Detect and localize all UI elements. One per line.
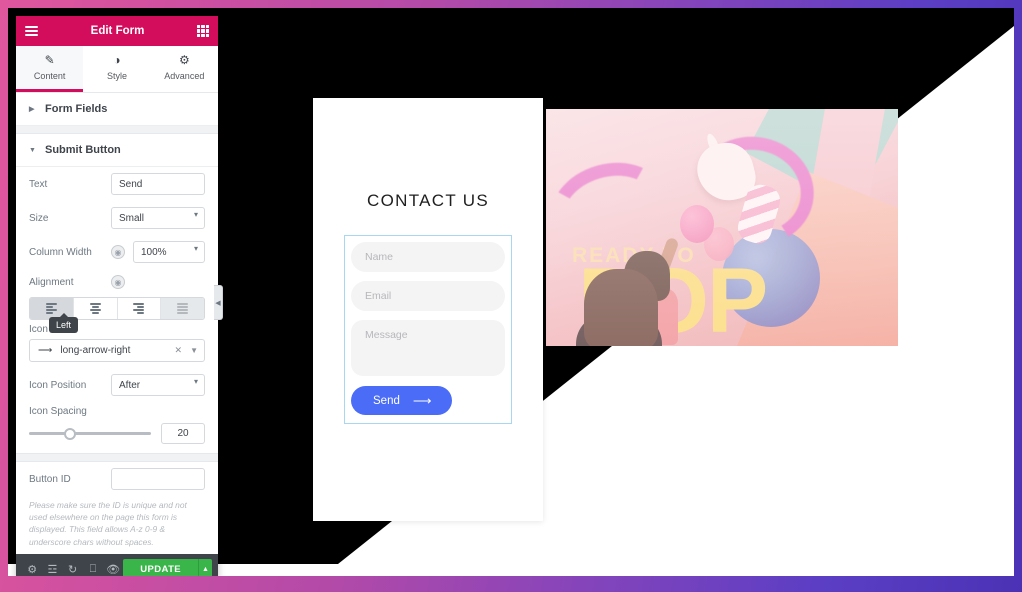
icon-select-value: long-arrow-right [60,345,131,356]
send-button-label: Send [373,394,400,407]
tab-advanced[interactable]: ⚙ Advanced [151,46,218,92]
settings-gear-icon[interactable]: ⚙ [22,554,42,576]
tab-content-label: Content [33,71,66,81]
elementor-editor-frame: READY TO POP CONTACT US Name Email Messa… [8,8,1014,576]
form-widget-selected[interactable]: Name Email Message Send ⟶ [344,235,512,424]
control-column-width: Column Width ◉ 100% [16,235,218,269]
hero-image[interactable]: READY TO POP [546,109,898,346]
long-arrow-right-icon: ⟶ [412,393,432,408]
align-justify-icon [177,303,189,314]
align-center-icon [89,303,101,314]
clear-icon[interactable]: ✕ [175,345,183,356]
panel-tabs: ✎ Content ◑ Style ⚙ Advanced [16,46,218,93]
gear-icon: ⚙ [178,53,190,67]
navigator-layers-icon[interactable]: ☲ [42,554,62,576]
tab-style-label: Style [106,71,127,81]
control-icon-spacing [16,417,218,453]
control-alignment-label: Alignment [29,276,74,288]
chevron-down-icon[interactable]: ▼ [190,346,198,355]
control-size-label: Size [29,212,49,224]
control-button-id-label: Button ID [29,473,71,485]
column-width-select[interactable]: 100% [133,241,205,263]
responsive-globe-icon[interactable]: ◉ [111,245,125,259]
section-form-fields[interactable]: ▶ Form Fields [16,93,218,126]
elementor-panel: Edit Form ✎ Content ◑ Style ⚙ Advanced ▶ [16,16,218,576]
chevron-down-icon: ▼ [29,146,36,154]
alignment-buttons: Left [16,295,218,333]
control-icon-spacing-label: Icon Spacing [29,406,87,417]
control-column-width-label: Column Width [29,246,92,258]
control-size: Size Small [16,201,218,235]
control-text-label: Text [29,178,48,190]
control-alignment: Alignment ◉ [16,269,218,295]
control-divider [16,453,218,462]
section-submit-button-label: Submit Button [45,144,121,156]
align-right-button[interactable] [117,298,162,319]
grid-apps-icon[interactable] [197,25,209,37]
name-field[interactable]: Name [351,242,505,272]
alignment-responsive-icon[interactable]: ◉ [111,275,125,289]
photo-overlay [546,109,898,346]
icon-spacing-slider[interactable] [29,427,151,440]
control-icon-label: Icon [29,324,48,335]
icon-spacing-input[interactable] [161,423,205,444]
control-icon: ⟶ long-arrow-right ✕ ▼ [16,335,218,368]
alignment-tooltip: Left [49,313,79,333]
icon-select[interactable]: ⟶ long-arrow-right ✕ ▼ [29,339,205,362]
control-text: Text [16,167,218,201]
section-divider [16,126,218,134]
button-id-input[interactable] [111,468,205,490]
size-select[interactable]: Small [111,207,205,229]
tab-content[interactable]: ✎ Content [16,46,84,92]
section-submit-button[interactable]: ▼ Submit Button [16,134,218,167]
icon-position-select[interactable]: After [111,374,205,396]
control-icon-position: Icon Position After [16,368,218,402]
panel-footer: ⚙ ☲ ↻ ⎕ 👁 UPDATE ▲ [16,554,218,576]
panel-header: Edit Form [16,16,218,46]
hamburger-menu-icon[interactable] [25,25,38,37]
preview-eye-icon[interactable]: 👁 [103,554,123,576]
message-field[interactable]: Message [351,320,505,376]
contact-form-card[interactable]: CONTACT US Name Email Message Send ⟶ [313,98,543,521]
slider-handle[interactable] [64,427,77,440]
tab-advanced-label: Advanced [164,71,205,81]
pencil-icon: ✎ [44,53,55,67]
align-right-icon [133,303,145,314]
align-justify-button[interactable] [161,298,204,319]
collapse-panel-icon[interactable]: ◀ [214,285,223,320]
update-button[interactable]: UPDATE [123,558,199,576]
panel-title: Edit Form [90,25,145,37]
send-button[interactable]: Send ⟶ [351,386,452,415]
update-options-caret-icon[interactable]: ▲ [198,558,212,576]
tab-style[interactable]: ◑ Style [83,46,150,92]
button-id-help-text: Please make sure the ID is unique and no… [29,500,187,547]
section-form-fields-label: Form Fields [45,103,108,115]
contrast-icon: ◑ [113,53,121,67]
control-icon-position-label: Icon Position [29,379,87,391]
long-arrow-right-icon: ⟶ [38,345,53,356]
align-center-button[interactable] [73,298,118,319]
form-title: CONTACT US [367,191,489,210]
email-field[interactable]: Email [351,281,505,311]
panel-body: ▶ Form Fields ▼ Submit Button Text Size … [16,93,218,554]
button-text-input[interactable] [111,173,205,195]
control-button-id: Button ID [16,462,218,496]
history-undo-icon[interactable]: ↻ [63,554,83,576]
chevron-right-icon: ▶ [29,106,35,113]
responsive-monitor-icon[interactable]: ⎕ [83,554,103,576]
align-left-icon [45,303,57,314]
